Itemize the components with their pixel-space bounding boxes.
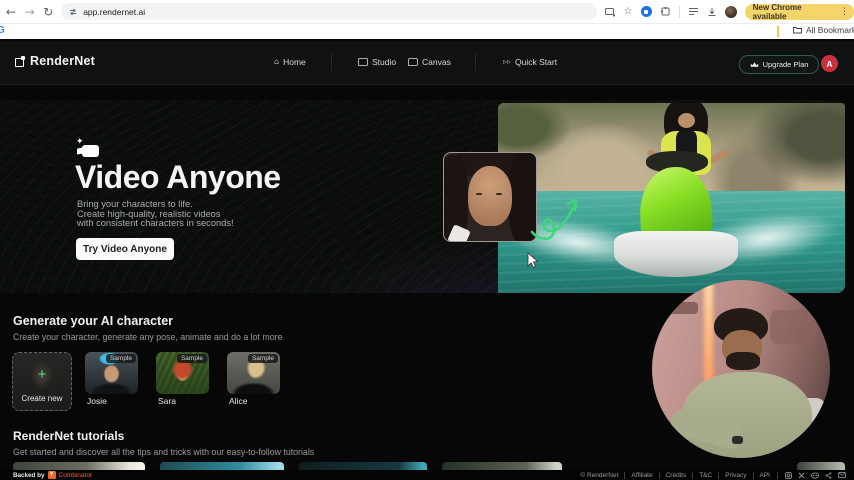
tutorials-title: RenderNet tutorials [13,429,125,443]
character-portrait-image [443,152,537,242]
extension-badge-icon[interactable] [640,6,652,17]
folder-icon [793,27,802,34]
reading-list-icon[interactable] [688,7,699,16]
url-text: app.rendernet.ai [83,6,146,17]
sample-badge: Sample [176,354,207,363]
home-icon: ⌂ [274,57,280,66]
nav-studio[interactable]: Studio [358,57,396,67]
tutorials-subtitle: Get started and discover all the tips an… [13,447,315,457]
footer-links: © RenderNet Affiliate Credits T&C Privac… [574,471,846,479]
kebab-menu-icon[interactable]: ⋮ [840,7,849,17]
character-card-sara[interactable]: Sample [156,352,209,394]
nav-canvas[interactable]: Canvas [408,57,451,67]
character-name-josie: Josie [87,396,107,406]
browser-profile-avatar[interactable] [724,5,737,18]
nav-quick-start-label: Quick Start [515,57,558,67]
chrome-update-button[interactable]: New Chrome available ⋮ [744,2,854,21]
banner-subtitle: Bring your characters to life. Create hi… [77,199,234,229]
reload-button[interactable]: ↻ [40,4,56,20]
footer-link-affiliate[interactable]: Affiliate [624,471,658,479]
rendernet-app: RenderNet ⌂ Home Studio Canvas ▹▹ Quick … [0,39,854,480]
rendernet-logo-text: RenderNet [30,54,96,68]
characters-subtitle: Create your character, generate any pose… [13,332,283,342]
forward-button[interactable]: → [22,4,38,20]
rider-face [678,113,695,128]
user-avatar-initial: A [826,58,833,69]
extensions-puzzle-icon[interactable] [660,6,671,17]
create-new-label: Create new [21,393,63,403]
crown-icon [750,62,758,67]
create-new-character-card[interactable]: + Create new [12,352,72,411]
x-twitter-icon[interactable] [798,472,805,479]
footer-link-api[interactable]: API [752,471,776,479]
address-bar[interactable]: app.rendernet.ai [61,3,597,20]
google-favicon[interactable]: G [0,25,5,36]
downloads-icon[interactable] [707,7,717,17]
characters-title: Generate your AI character [13,314,174,328]
studio-icon [358,58,368,66]
app-header: RenderNet ⌂ Home Studio Canvas ▹▹ Quick … [0,41,854,85]
rendernet-logo[interactable]: RenderNet [15,54,95,68]
nav-divider [475,53,476,71]
nav-canvas-label: Canvas [422,57,451,67]
mail-icon[interactable] [838,472,846,478]
site-permissions-icon [70,8,77,15]
try-video-anyone-button[interactable]: Try Video Anyone [76,238,174,260]
video-camera-icon: ✦ [76,137,102,161]
nav-divider [331,53,332,71]
nav-quick-start[interactable]: ▹▹ Quick Start [503,57,557,67]
footer-link-credits[interactable]: Credits [658,471,693,479]
footer-link-privacy[interactable]: Privacy [718,471,752,479]
app-footer: Backed by Y Combinator © RenderNet Affil… [0,470,854,480]
bookmarks-divider [777,26,779,37]
instagram-icon[interactable] [785,471,792,479]
copyright-text: © RenderNet [580,471,619,479]
jetski-hull [614,231,738,277]
upgrade-plan-label: Upgrade Plan [762,60,809,69]
character-name-alice: Alice [229,396,248,406]
nav-home[interactable]: ⌂ Home [274,57,306,67]
sample-badge: Sample [105,354,136,363]
chrome-update-label: New Chrome available [752,2,802,21]
footer-social-icons [777,471,846,479]
jetski-video-image [498,103,845,293]
nav-home-label: Home [283,57,306,67]
y-combinator-icon: Y [47,471,56,479]
bookmarks-bar: G All Bookmarks [0,24,854,39]
plus-icon: + [37,365,47,383]
sample-badge: Sample [247,354,278,363]
banner-title: Video Anyone [75,159,281,195]
character-card-josie[interactable]: Sample [85,352,138,394]
canvas-icon [408,58,418,66]
character-name-sara: Sara [158,396,176,406]
back-button[interactable]: ← [3,4,19,20]
screen: ← → ↻ app.rendernet.ai ☆ New Chrome avai… [0,0,854,480]
presenter-watch [732,436,743,444]
video-anyone-banner: ✦ Video Anyone Bring your characters to … [0,100,845,293]
user-avatar[interactable]: A [821,55,838,72]
bookmark-star-icon[interactable]: ☆ [624,6,633,17]
presenter-webcam-overlay [652,280,830,458]
browser-toolbar: ← → ↻ app.rendernet.ai ☆ New Chrome avai… [0,0,854,24]
upgrade-plan-button[interactable]: Upgrade Plan [739,55,819,74]
share-icon[interactable] [825,471,832,479]
toolbar-divider [678,5,680,18]
quick-start-icon: ▹▹ [503,57,512,66]
send-to-device-icon[interactable] [604,7,616,17]
nav-studio-label: Studio [372,57,397,67]
discord-icon[interactable] [811,471,819,479]
all-bookmarks-label: All Bookmarks [806,25,854,35]
all-bookmarks-button[interactable]: All Bookmarks [793,25,854,35]
backed-by-badge[interactable]: Backed by Y Combinator [13,471,92,479]
footer-link-tc[interactable]: T&C [692,471,718,479]
mouse-cursor [527,252,539,268]
character-card-alice[interactable]: Sample [227,352,280,394]
rendernet-logo-icon [15,56,25,67]
